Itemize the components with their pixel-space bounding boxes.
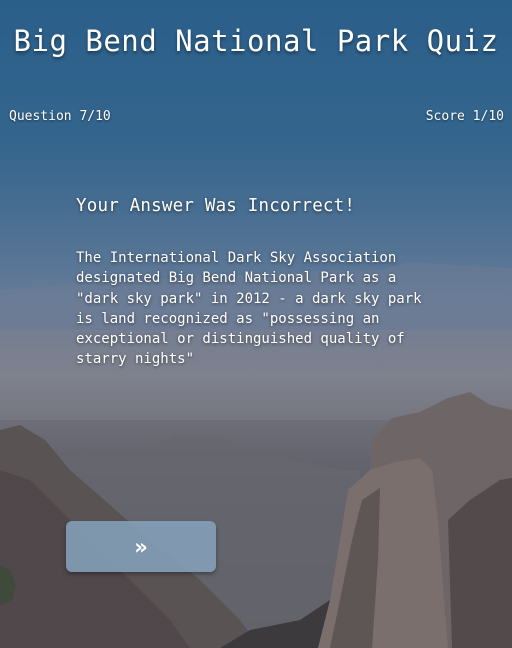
score-counter: Score 1/10	[425, 109, 504, 124]
page-title: Big Bend National Park Quiz	[13, 24, 499, 58]
answer-feedback: Your Answer Was Incorrect! The Internati…	[76, 196, 436, 370]
feedback-explanation: The International Dark Sky Association d…	[76, 250, 422, 368]
status-bar: Question 7/10 Score 1/10	[9, 109, 504, 124]
next-question-button[interactable]: »	[66, 521, 216, 572]
question-counter: Question 7/10	[9, 109, 111, 124]
feedback-heading: Your Answer Was Incorrect!	[76, 196, 356, 216]
